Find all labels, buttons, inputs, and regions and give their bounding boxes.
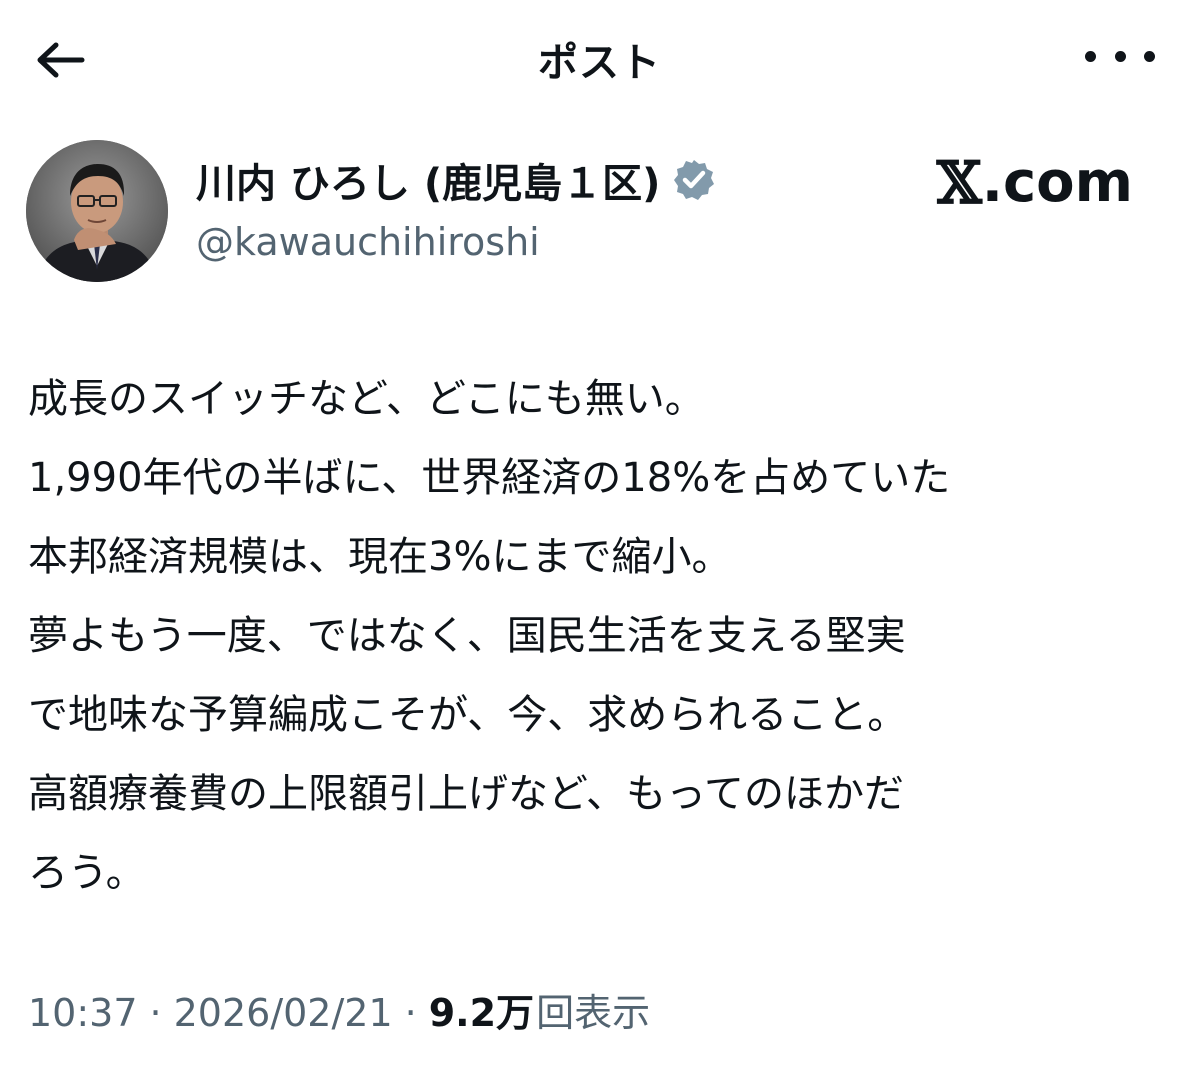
meta-separator: · (404, 991, 417, 1035)
more-options-button[interactable] (1085, 36, 1155, 76)
views-count[interactable]: 9.2万 (429, 982, 534, 1037)
post-text: 成長のスイッチなど、どこにも無い。 1,990年代の半ばに、世界経済の18%を占… (28, 360, 1178, 913)
post-line: 夢よもう一度、ではなく、国民生活を支える堅実 (28, 613, 906, 659)
author-name-row: 川内 ひろし (鹿児島１区) (196, 152, 716, 208)
post-time[interactable]: 10:37 (28, 991, 138, 1035)
views-label: 回表示 (536, 991, 651, 1035)
meta-separator: · (149, 991, 162, 1035)
brand-domain: .com (981, 150, 1133, 215)
post-line: 本邦経済規模は、現在3%にまで縮小。 (28, 534, 732, 580)
post-line: 成長のスイッチなど、どこにも無い。 (28, 376, 705, 422)
post-line: で地味な予算編成こそが、今、求められること。 (28, 692, 908, 738)
more-dot (1144, 50, 1155, 62)
more-dot (1114, 50, 1126, 62)
author-name[interactable]: 川内 ひろし (鹿児島１区) (196, 151, 660, 209)
post-date[interactable]: 2026/02/21 (174, 991, 393, 1035)
avatar-photo (26, 140, 168, 282)
author-handle[interactable]: @kawauchihiroshi (196, 220, 540, 264)
brand-watermark: 𝕏 .com (937, 150, 1133, 216)
post-meta: 10:37 · 2026/02/21 · 9.2万 回表示 (28, 982, 650, 1037)
post-line: 高額療養費の上限額引上げなど、もってのほかだ (28, 771, 904, 817)
top-bar: ポスト (0, 0, 1199, 120)
verified-badge-icon (674, 160, 715, 200)
page-title: ポスト (538, 40, 661, 86)
post-line: ろう。 (28, 850, 146, 896)
avatar[interactable] (26, 140, 168, 282)
x-logo-icon: 𝕏 (936, 149, 982, 217)
more-horizontal-icon (1085, 50, 1096, 62)
post-line: 1,990年代の半ばに、世界経済の18%を占めていた (28, 455, 951, 501)
